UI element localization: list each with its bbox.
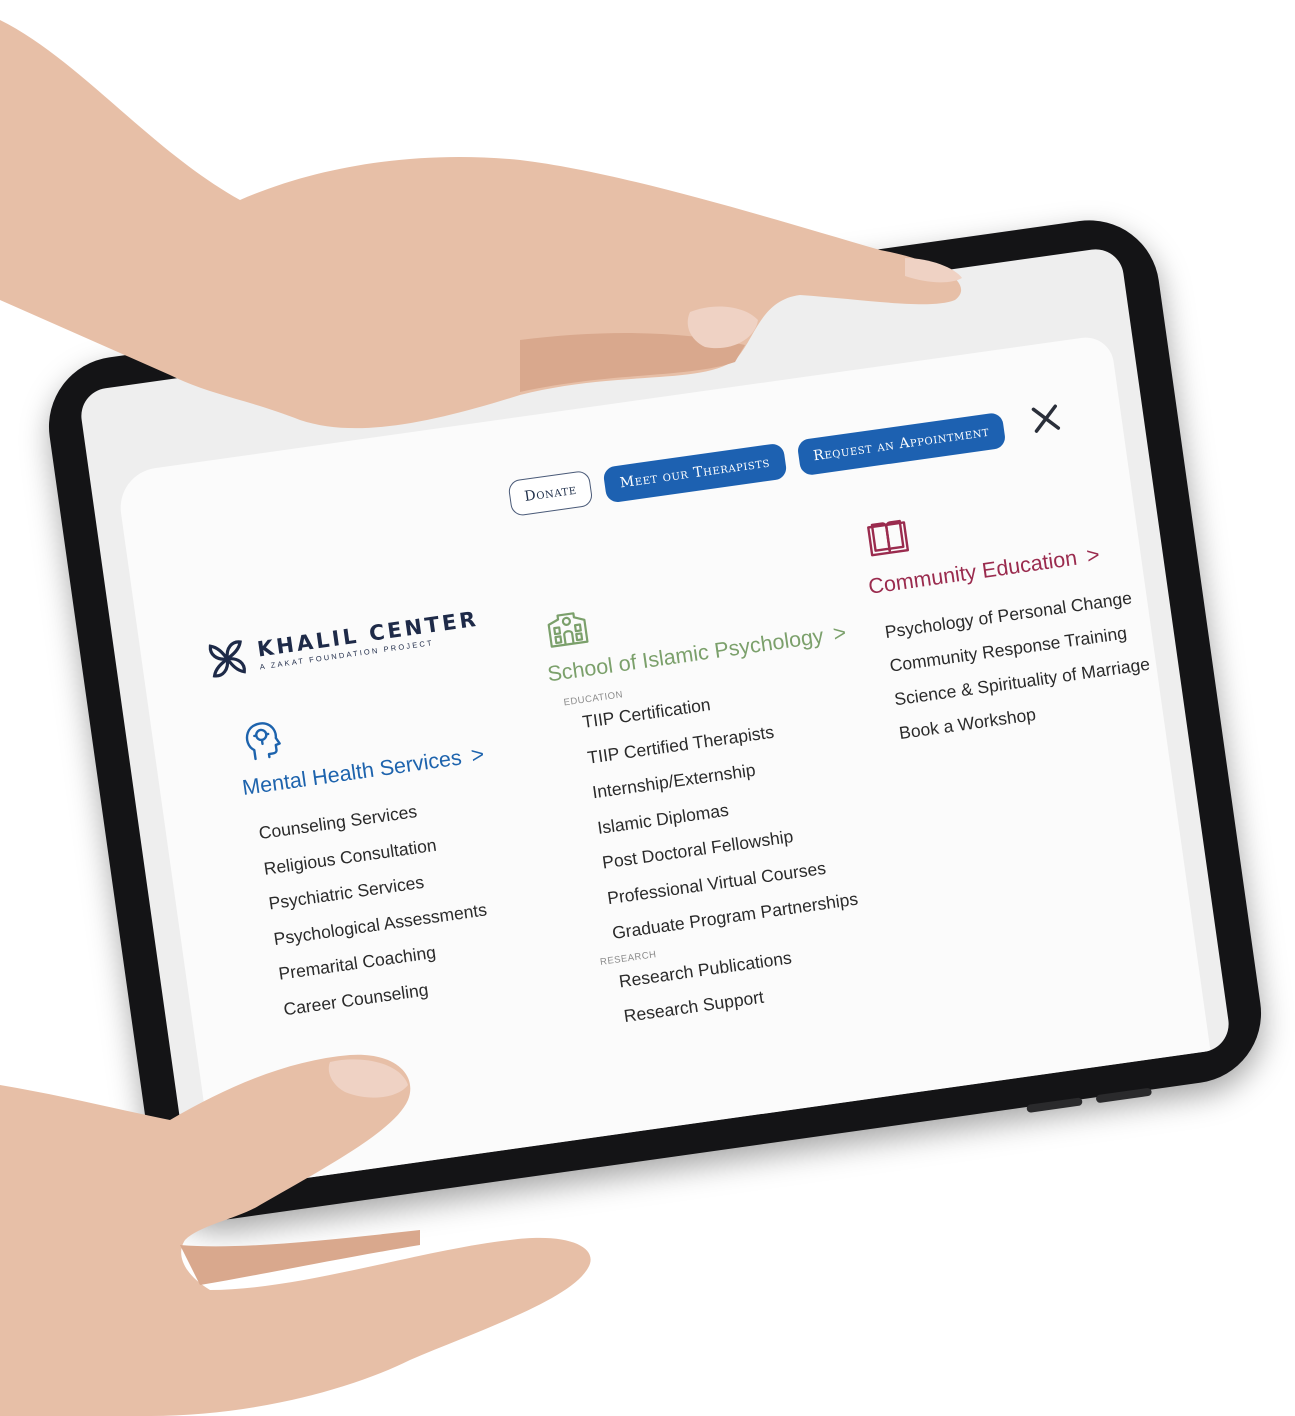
- photo-stage: Donate Meet our Therapists Request an Ap…: [0, 0, 1295, 1416]
- lower-hand: [0, 1054, 591, 1416]
